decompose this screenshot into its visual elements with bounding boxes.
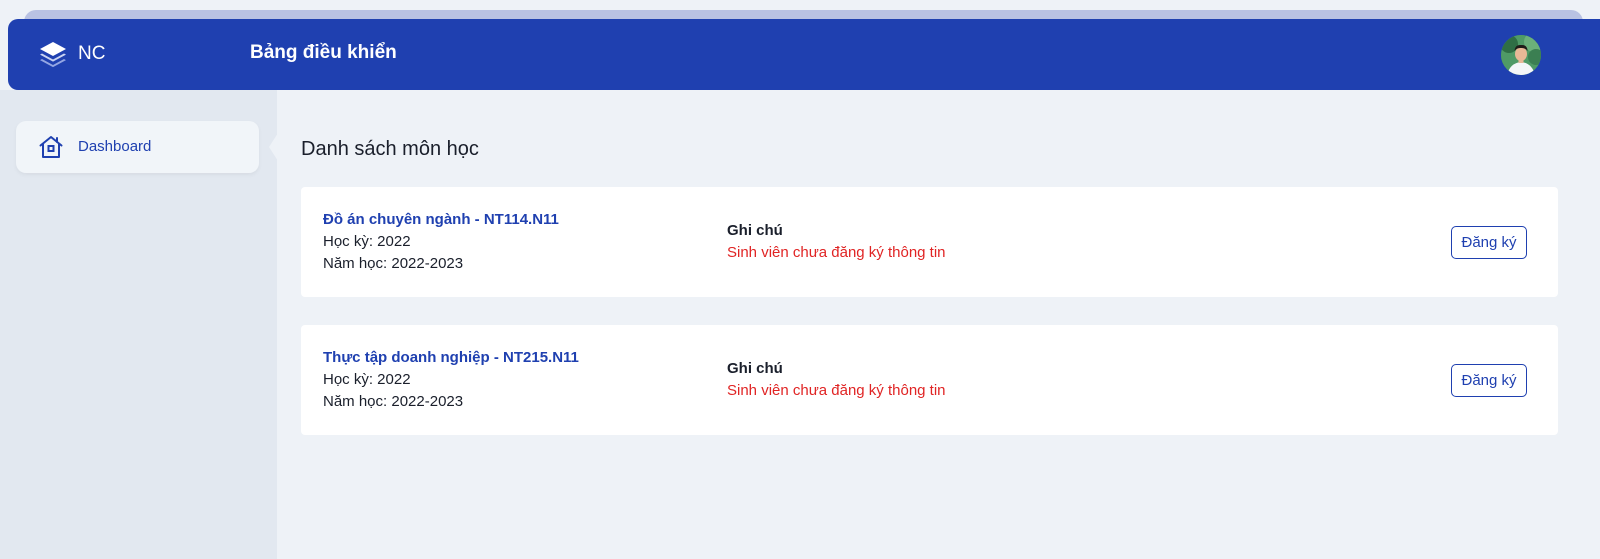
top-navbar: NC Bảng điều khiển [8, 19, 1600, 90]
home-icon [39, 136, 63, 158]
course-name[interactable]: Đồ án chuyên ngành - NT114.N11 [323, 211, 559, 228]
note-text: Sinh viên chưa đăng ký thông tin [727, 382, 946, 399]
page-title: Bảng điều khiển [250, 42, 397, 63]
note-title: Ghi chú [727, 360, 783, 377]
sidebar-item-dashboard[interactable]: Dashboard [16, 121, 259, 173]
course-name[interactable]: Thực tập doanh nghiệp - NT215.N11 [323, 349, 579, 366]
course-semester: Học kỳ: 2022 [323, 371, 411, 388]
user-avatar[interactable] [1501, 35, 1541, 75]
sidebar: Dashboard [0, 90, 277, 559]
brand-name[interactable]: NC [78, 43, 105, 65]
note-text: Sinh viên chưa đăng ký thông tin [727, 244, 946, 261]
note-title: Ghi chú [727, 222, 783, 239]
course-year: Năm học: 2022-2023 [323, 393, 464, 410]
register-button[interactable]: Đăng ký [1451, 364, 1527, 397]
avatar-image [1501, 35, 1541, 75]
sidebar-item-label: Dashboard [78, 138, 152, 155]
section-title: Danh sách môn học [301, 138, 479, 160]
course-card: Đồ án chuyên ngành - NT114.N11 Học kỳ: 2… [301, 187, 1558, 297]
course-year: Năm học: 2022-2023 [323, 255, 464, 272]
layers-icon[interactable] [37, 39, 69, 71]
course-semester: Học kỳ: 2022 [323, 233, 411, 250]
register-button[interactable]: Đăng ký [1451, 226, 1527, 259]
course-card: Thực tập doanh nghiệp - NT215.N11 Học kỳ… [301, 325, 1558, 435]
active-indicator [269, 133, 278, 161]
